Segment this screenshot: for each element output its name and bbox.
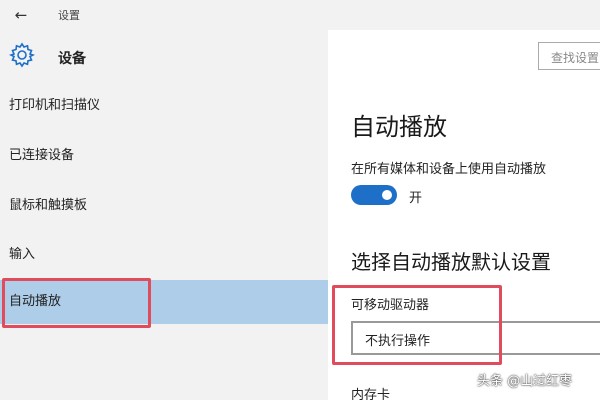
page-title: 设备 [58, 51, 86, 67]
title-bar: ← 设置 [0, 0, 600, 30]
search-input[interactable]: 查找设置 [538, 42, 600, 70]
sidebar-item-typing[interactable]: 输入 [0, 233, 328, 277]
highlight-box-sidebar [2, 278, 151, 328]
autoplay-toggle-label: 在所有媒体和设备上使用自动播放 [351, 162, 547, 177]
watermark: 头条 @山过红枣 [477, 374, 573, 389]
toggle-state-label: 开 [409, 191, 423, 206]
autoplay-heading: 自动播放 [351, 113, 447, 141]
back-arrow-icon[interactable]: ← [10, 5, 32, 25]
gear-icon [9, 42, 35, 68]
sidebar-item-connected-devices[interactable]: 已连接设备 [0, 134, 328, 178]
defaults-heading: 选择自动播放默认设置 [351, 250, 551, 274]
autoplay-toggle[interactable] [351, 185, 397, 205]
highlight-box-setting [332, 285, 502, 365]
toggle-knob [382, 190, 392, 200]
window-title: 设置 [58, 9, 80, 22]
sidebar-item-mouse-touchpad[interactable]: 鼠标和触摸板 [0, 184, 328, 228]
sidebar-item-printers[interactable]: 打印机和扫描仪 [0, 84, 328, 128]
memory-card-label: 内存卡 [351, 388, 391, 400]
